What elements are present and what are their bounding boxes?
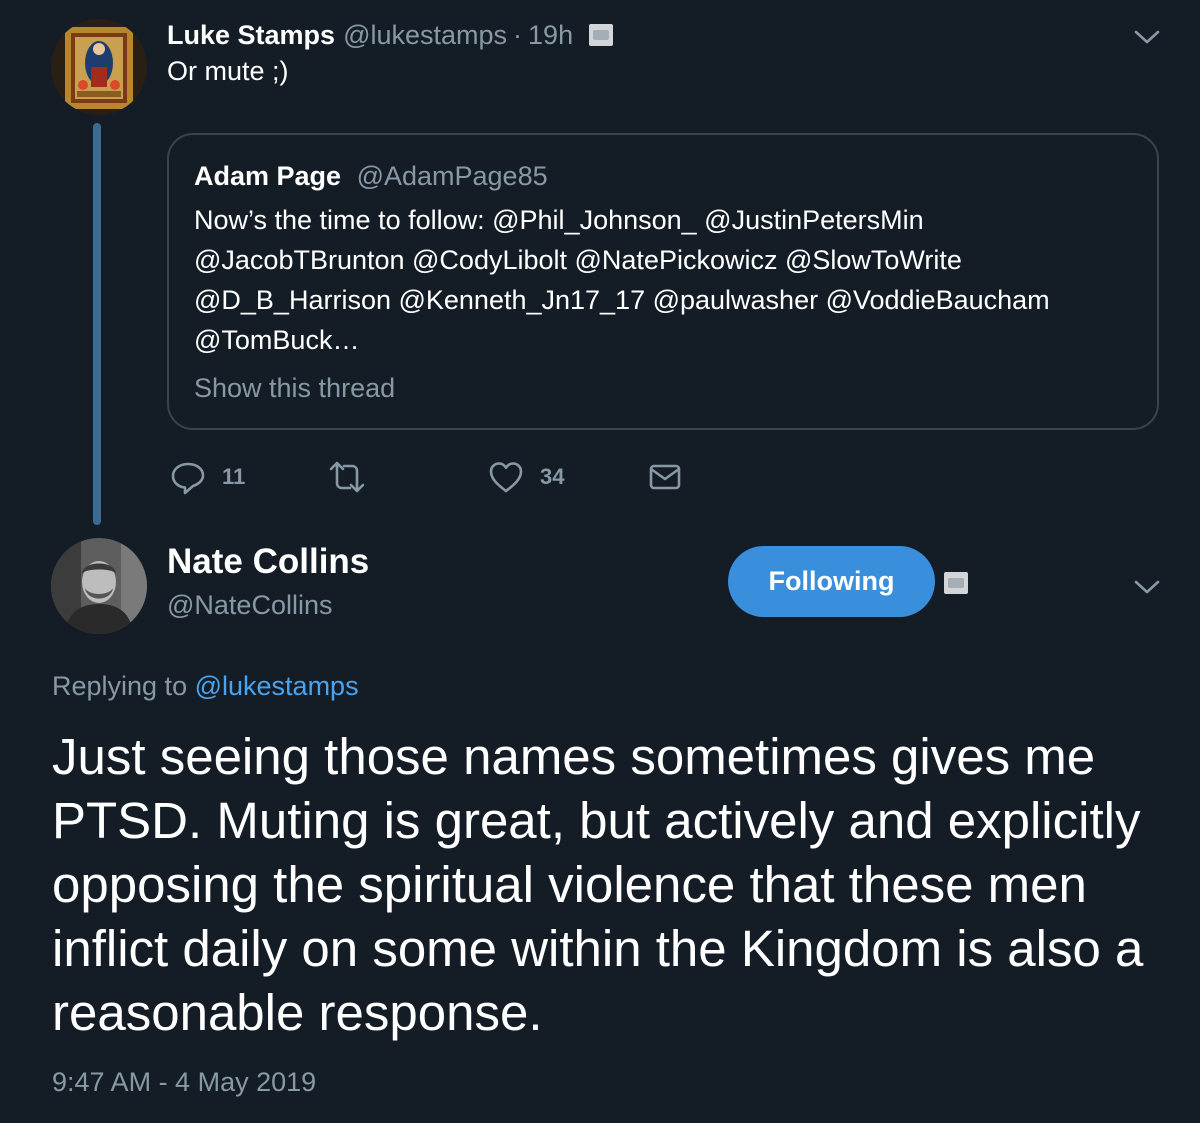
tweet1-author-handle[interactable]: @lukestamps	[343, 20, 507, 51]
badge-icon	[944, 572, 968, 594]
tweet2-author-handle[interactable]: @NateCollins	[167, 590, 332, 621]
tweet1-header: Luke Stamps @lukestamps · 19h	[167, 16, 614, 54]
replying-to-line: Replying to @lukestamps	[52, 671, 359, 702]
following-button[interactable]: Following	[728, 546, 935, 617]
quoted-text-line: @TomBuck…	[194, 325, 360, 355]
luke-stamps-avatar[interactable]	[51, 19, 147, 115]
show-thread-link[interactable]: Show this thread	[194, 373, 395, 404]
quoted-text-line: Now’s the time to follow: @Phil_Johnson_…	[194, 205, 924, 235]
thread-connector-line	[93, 123, 101, 525]
tweet1-time[interactable]: 19h	[528, 20, 573, 51]
reply-count: 11	[222, 464, 246, 489]
tweet1-text: Or mute ;)	[167, 56, 289, 86]
quoted-text-line: @JacobTBrunton @CodyLibolt @NatePickowic…	[194, 245, 962, 275]
tweet2-timestamp[interactable]: 9:47 AM - 4 May 2019	[52, 1067, 316, 1098]
chevron-down-icon[interactable]	[1132, 576, 1162, 596]
quoted-text-line: @D_B_Harrison @Kenneth_Jn17_17 @paulwash…	[194, 285, 1050, 315]
tweet1-author-name[interactable]: Luke Stamps	[167, 20, 335, 51]
tweet2-author-name[interactable]: Nate Collins	[167, 542, 369, 582]
badge-icon	[589, 24, 614, 46]
tweet-thread-page: Luke Stamps @lukestamps · 19h Or mute ;)…	[0, 0, 1200, 1123]
quoted-author-handle: @AdamPage85	[356, 161, 548, 191]
nate-collins-avatar[interactable]	[51, 538, 147, 634]
tweet1-separator: ·	[513, 19, 523, 50]
replying-to-link[interactable]: @lukestamps	[195, 671, 359, 701]
direct-message-button[interactable]	[648, 456, 682, 498]
quoted-author-name: Adam Page	[194, 161, 342, 191]
like-button[interactable]: 34	[488, 456, 564, 498]
retweet-icon	[329, 461, 365, 493]
quoted-tweet-header: Adam Page @AdamPage85	[194, 161, 548, 192]
tweet2-text: Just seeing those names sometimes gives …	[52, 728, 1144, 1041]
replying-to-prefix: Replying to	[52, 671, 188, 701]
like-icon	[489, 462, 523, 493]
reply-icon	[171, 462, 205, 495]
quoted-tweet-card[interactable]: Adam Page @AdamPage85 Now’s the time to …	[167, 133, 1159, 430]
tweet1-action-bar: 11 34	[170, 456, 690, 498]
like-count: 34	[540, 464, 565, 489]
retweet-button[interactable]	[328, 456, 382, 498]
direct-message-icon	[649, 464, 681, 490]
chevron-down-icon[interactable]	[1132, 26, 1162, 46]
reply-button[interactable]: 11	[170, 456, 245, 498]
